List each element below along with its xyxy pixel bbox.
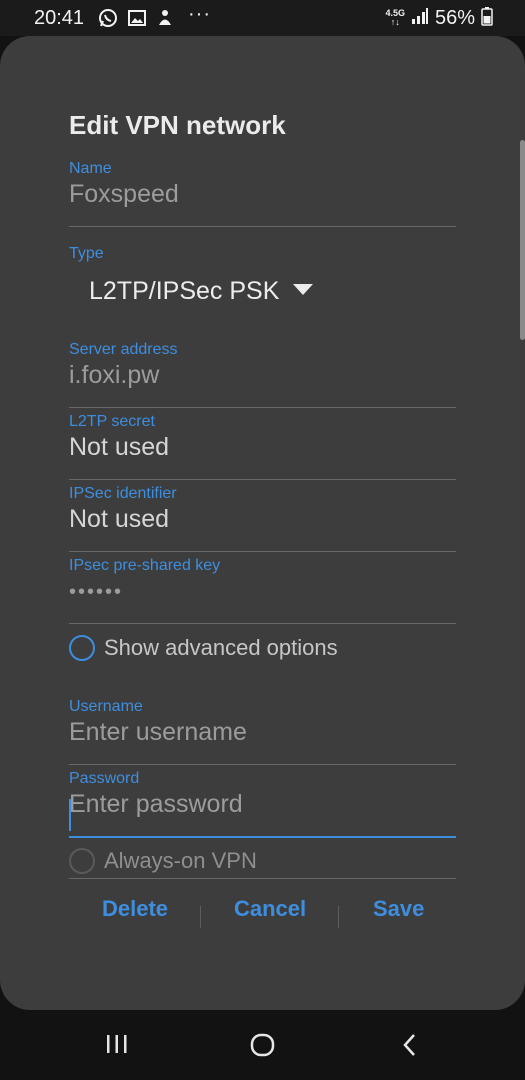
status-time: 20:41 [34, 7, 85, 29]
always-on-radio-icon[interactable] [69, 848, 95, 874]
ipsec-psk-field[interactable]: IPsec pre-shared key •••••• [69, 557, 456, 624]
ipsec-psk-underline [69, 623, 456, 624]
delete-button[interactable]: Delete [102, 896, 168, 922]
whatsapp-icon [98, 8, 118, 28]
show-advanced-radio-icon[interactable] [69, 635, 95, 661]
type-label: Type [69, 245, 104, 262]
ipsec-identifier-field[interactable]: IPSec identifier Not used [69, 485, 456, 552]
notification-icons [98, 6, 174, 30]
battery-percentage: 56% [434, 6, 475, 29]
dialog-buttons: Delete Cancel Save [0, 896, 525, 936]
more-notifications-icon: ··· [188, 3, 211, 25]
server-address-label: Server address [69, 341, 178, 358]
ipsec-psk-value[interactable]: •••••• [69, 581, 456, 604]
ipsec-psk-label: IPsec pre-shared key [69, 557, 221, 574]
always-on-label: Always-on VPN [104, 848, 257, 873]
network-activity-arrows: ↑↓ [390, 17, 400, 27]
show-advanced-label: Show advanced options [104, 635, 338, 660]
username-label: Username [69, 698, 143, 715]
home-icon[interactable] [250, 1032, 276, 1063]
always-on-divider [69, 878, 456, 879]
type-dropdown[interactable]: L2TP/IPSec PSK [89, 277, 314, 306]
scrollbar[interactable] [520, 140, 525, 340]
status-right: 4.5G ↑↓ 56% [385, 6, 493, 30]
password-label: Password [69, 770, 140, 787]
name-field[interactable]: Name Foxspeed [69, 160, 456, 227]
password-field[interactable]: Password Enter password [69, 770, 456, 838]
ipsec-identifier-value[interactable]: Not used [69, 505, 456, 534]
username-field[interactable]: Username Enter username [69, 698, 456, 765]
ipsec-identifier-underline [69, 551, 456, 552]
server-address-underline [69, 407, 456, 408]
name-label: Name [69, 160, 112, 177]
show-advanced-options-checkbox[interactable]: Show advanced options [69, 635, 338, 661]
username-input[interactable]: Enter username [69, 718, 456, 747]
dropdown-arrow-icon [293, 283, 314, 301]
dialog-title: Edit VPN network [69, 110, 286, 140]
type-field: Type [69, 245, 456, 263]
password-underline [69, 836, 456, 838]
l2tp-secret-label: L2TP secret [69, 413, 155, 430]
button-divider [338, 906, 339, 928]
network-type: 4.5G ↑↓ [385, 9, 405, 27]
l2tp-secret-underline [69, 479, 456, 480]
server-address-value[interactable]: i.foxi.pw [69, 361, 456, 390]
name-value[interactable]: Foxspeed [69, 180, 456, 209]
l2tp-secret-value[interactable]: Not used [69, 433, 456, 462]
status-bar: 20:41 ··· 4.5G ↑↓ 56% [0, 0, 525, 36]
name-underline [69, 226, 456, 227]
signal-icon [411, 7, 429, 30]
recent-apps-icon[interactable] [105, 1032, 129, 1061]
l2tp-secret-field[interactable]: L2TP secret Not used [69, 413, 456, 480]
button-divider [200, 906, 201, 928]
cancel-button[interactable]: Cancel [234, 896, 306, 922]
password-input[interactable]: Enter password [69, 790, 456, 819]
battery-icon [481, 6, 493, 31]
save-button[interactable]: Save [373, 896, 424, 922]
image-icon [127, 8, 147, 28]
server-address-field[interactable]: Server address i.foxi.pw [69, 341, 456, 408]
text-cursor [69, 799, 71, 831]
edit-vpn-dialog: Edit VPN network Name Foxspeed Type L2TP… [0, 36, 525, 1010]
ipsec-identifier-label: IPSec identifier [69, 485, 177, 502]
username-underline [69, 764, 456, 765]
always-on-vpn-checkbox[interactable]: Always-on VPN [69, 848, 257, 874]
app-notification-icon [156, 8, 174, 28]
back-icon[interactable] [400, 1032, 420, 1063]
type-value: L2TP/IPSec PSK [89, 277, 280, 305]
navigation-bar [0, 1010, 525, 1080]
